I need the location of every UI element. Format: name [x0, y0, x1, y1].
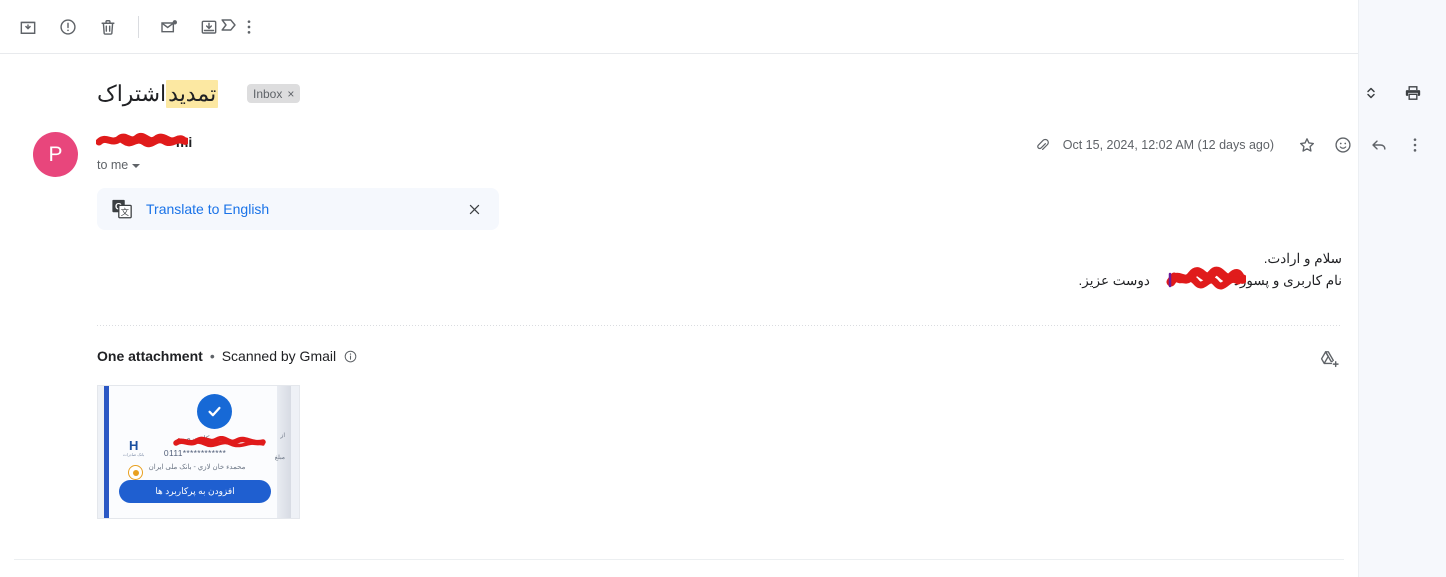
label-icon [218, 14, 240, 36]
trash-icon [101, 19, 115, 35]
reply-button[interactable] [1362, 128, 1396, 162]
toolbar-divider [138, 15, 139, 38]
attachments-header: One attachment • Scanned by Gmail [97, 348, 358, 364]
archive-icon [20, 21, 36, 34]
report-spam-icon [60, 18, 76, 35]
attachment-separator: • [209, 348, 215, 364]
mark-unread-icon [161, 19, 177, 32]
chevron-expand-icon [1367, 87, 1375, 99]
mark-unread-button[interactable] [149, 7, 189, 47]
bottom-divider [14, 559, 1344, 560]
emoji-icon [1335, 137, 1351, 153]
report-spam-button[interactable] [48, 7, 88, 47]
avatar-letter: P [48, 142, 63, 166]
subject-row: تمدید اشتراک [0, 68, 1358, 120]
subject-rest: اشتراک [97, 81, 167, 106]
subject-highlight: تمدید [166, 80, 219, 108]
gmail-message-view: تمدید اشتراک Inbox × P xxxxxxxxxxmi [0, 0, 1446, 577]
move-to-inbox-icon [201, 20, 217, 34]
chevron-down-icon [132, 164, 141, 168]
sender-name-visible: mi [175, 134, 193, 150]
attachment-preview-image: H بانک صادرات ملی کارت صیور ************… [104, 386, 291, 518]
body-line-1: سلام و ارادت. [1263, 251, 1342, 266]
content-divider [97, 325, 1341, 326]
sender-name[interactable]: xxxxxxxxxxmi [97, 134, 192, 150]
body-line-2: نام کاربری و پسورد دوست عزیز. [1079, 270, 1342, 292]
info-icon[interactable] [343, 349, 358, 364]
body-line-2-after: دوست عزیز. [1078, 273, 1150, 288]
star-button[interactable] [1290, 128, 1324, 162]
thumb-card-label: کارت صیور [174, 434, 210, 443]
message-more-button[interactable] [1398, 128, 1432, 162]
attachment-thumbnail[interactable]: H بانک صادرات ملی کارت صیور ************… [97, 385, 300, 519]
add-to-drive-icon [1320, 351, 1340, 368]
label-chip-text: Inbox [253, 86, 283, 101]
thumb-card-owner: محمدء خان لازي - بانک ملی ایران [148, 464, 246, 471]
message-meta: Oct 15, 2024, 12:02 AM (12 days ago) [1033, 128, 1432, 162]
google-translate-icon: G 文 [111, 198, 133, 220]
label-chip-inbox[interactable]: Inbox × [247, 84, 301, 103]
scanned-by-gmail-label: Scanned by Gmail [221, 348, 337, 364]
recipient-dropdown[interactable]: to me [97, 158, 141, 172]
expand-all-button[interactable] [1352, 74, 1390, 112]
recipient-label: to me [97, 158, 129, 172]
body-line-2-before: نام کاربری و پسورد [1233, 273, 1342, 288]
more-vert-icon [247, 19, 251, 34]
add-to-drive-button[interactable] [1316, 345, 1344, 373]
message-toolbar [0, 0, 1358, 54]
label-chip-remove[interactable]: × [287, 88, 294, 100]
translate-banner: G 文 Translate to English [97, 188, 499, 230]
subject-actions [1352, 74, 1432, 112]
delete-button[interactable] [88, 7, 128, 47]
message-date: Oct 15, 2024, 12:02 AM (12 days ago) [1062, 138, 1274, 152]
message-body: سلام و ارادت. نام کاربری و پسورد دوست عزی… [1079, 248, 1342, 292]
archive-button[interactable] [8, 7, 48, 47]
more-vert-icon [1413, 138, 1417, 152]
success-check-icon [197, 394, 232, 429]
translate-to-english-link[interactable]: Translate to English [146, 201, 269, 217]
thumb-side-text-2: مبلغ [274, 455, 285, 461]
thumb-primary-button: افزودن به پرکاربرد ها [119, 480, 271, 503]
thumb-card-number: ************0111 [163, 448, 227, 458]
print-icon [1405, 86, 1421, 100]
star-icon [1300, 138, 1314, 152]
print-button[interactable] [1394, 74, 1432, 112]
svg-text:文: 文 [121, 207, 129, 217]
thumb-side-text-1: از [280, 433, 285, 439]
page-title: تمدید اشتراک [97, 68, 219, 120]
close-icon[interactable] [463, 198, 485, 220]
reply-icon [1372, 140, 1386, 150]
avatar[interactable]: P [33, 132, 78, 177]
paperclip-icon [1033, 136, 1051, 154]
attachment-count-label: One attachment [97, 348, 203, 364]
add-reaction-button[interactable] [1326, 128, 1360, 162]
